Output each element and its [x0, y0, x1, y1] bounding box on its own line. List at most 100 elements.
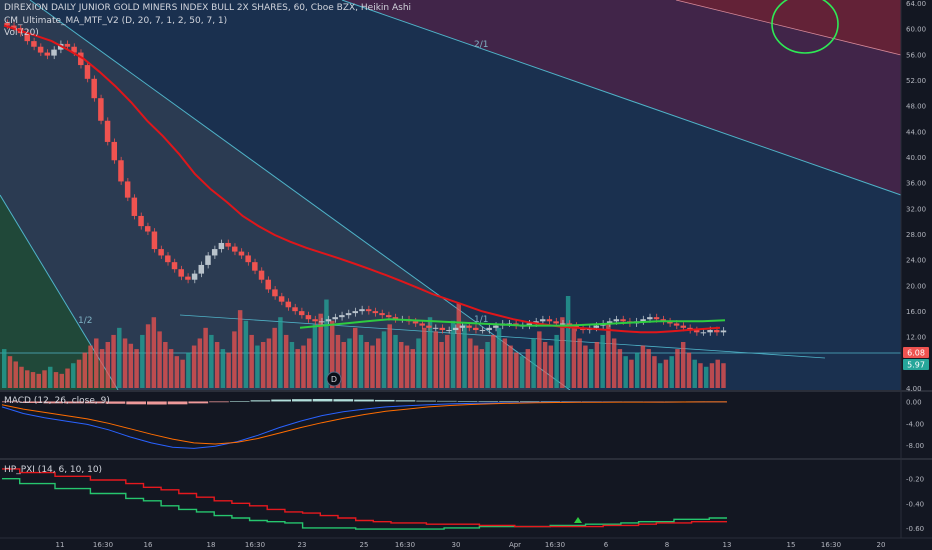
- candle-body: [700, 332, 707, 334]
- time-tick-label: 23: [298, 541, 307, 549]
- candle-body: [379, 313, 385, 316]
- volume-bar: [611, 338, 617, 388]
- volume-bar: [59, 373, 64, 388]
- volume-bar: [174, 356, 180, 388]
- volume-bar: [128, 343, 134, 388]
- hp-pxi-tick-label: -0.40: [906, 500, 924, 508]
- candle-body: [191, 273, 198, 280]
- volume-bar: [209, 334, 214, 388]
- time-tick-label: 8: [665, 541, 669, 549]
- volume-bar: [48, 366, 53, 388]
- candle-body: [473, 327, 479, 331]
- indicator-legend[interactable]: CM_Ultimate_MA_MTF_V2 (D, 20, 7, 1, 2, 5…: [4, 16, 227, 26]
- price-tick-label: 40.00: [906, 154, 926, 162]
- candle-body: [466, 325, 472, 328]
- candle-body: [165, 255, 171, 263]
- volume-bar: [617, 349, 623, 388]
- volume-bar: [663, 359, 669, 388]
- last-price-text: 6.08: [907, 349, 925, 358]
- price-tick-label: 60.00: [906, 26, 926, 34]
- volume-bar: [53, 372, 59, 388]
- price-tick-label: 32.00: [906, 205, 926, 213]
- time-tick-label: 20: [877, 541, 886, 549]
- volume-bar: [404, 345, 410, 388]
- candle-body: [345, 313, 352, 316]
- price-tick-label: 12.00: [906, 334, 926, 342]
- volume-bar: [111, 334, 116, 388]
- candle-body: [673, 323, 680, 326]
- macd-histogram-bar: [167, 401, 188, 405]
- candle-body: [158, 249, 164, 256]
- macd-histogram-bar: [209, 401, 229, 403]
- time-tick-label: 16:30: [545, 541, 565, 549]
- volume-bar: [721, 363, 726, 388]
- volume-bar: [715, 359, 720, 388]
- volume-legend[interactable]: Vol (20): [4, 28, 39, 38]
- macd-tick-label: 0.00: [906, 398, 922, 406]
- volume-bar: [255, 345, 260, 388]
- volume-bar: [496, 327, 502, 388]
- secondary-price-badge: 5.97: [903, 359, 929, 370]
- volume-bar: [588, 349, 594, 388]
- volume-bar: [686, 352, 692, 388]
- volume-bar: [623, 356, 628, 388]
- candle-body: [185, 276, 191, 280]
- candle-body: [84, 65, 91, 79]
- volume-bar: [151, 317, 157, 388]
- candle-body: [265, 279, 271, 290]
- event-marker[interactable]: D: [326, 371, 342, 387]
- macd-histogram-bar: [499, 401, 519, 402]
- candle-body: [365, 309, 372, 312]
- time-tick-label: 16:30: [821, 541, 841, 549]
- volume-bar: [709, 363, 715, 388]
- trading-chart[interactable]: 1/2 1/1 2/1 D 4.008.0012.0016.0020.0024.…: [0, 0, 932, 550]
- volume-bar: [2, 349, 7, 388]
- macd-tick-label: -8.00: [906, 442, 924, 450]
- volume-bar: [25, 370, 30, 388]
- volume-bar: [191, 345, 197, 388]
- volume-bar: [703, 366, 709, 388]
- price-tick-label: 44.00: [906, 128, 926, 136]
- candle-body: [707, 330, 713, 333]
- volume-bar: [105, 342, 111, 388]
- price-tick-label: 24.00: [906, 257, 926, 265]
- volume-bar: [439, 342, 444, 388]
- candle-body: [138, 215, 144, 227]
- fan-label-2-1: 2/1: [474, 40, 488, 50]
- candle-body: [124, 181, 131, 198]
- volume-bar: [583, 345, 588, 388]
- candle-body: [118, 160, 124, 182]
- candle-body: [31, 41, 37, 47]
- hp-pxi-legend[interactable]: HP_PXI (14, 6, 10, 10): [4, 465, 102, 475]
- volume-bar: [283, 334, 289, 388]
- macd-legend[interactable]: MACD (12, 26, close, 9): [4, 396, 110, 406]
- candle-body: [372, 311, 379, 314]
- candle-body: [553, 321, 559, 324]
- volume-bar: [312, 324, 318, 388]
- candle: [111, 138, 118, 164]
- volume-bar: [606, 324, 611, 388]
- event-marker-label: D: [331, 375, 337, 384]
- volume-bar: [134, 349, 139, 388]
- candle-body: [419, 323, 425, 326]
- candle-body: [198, 264, 205, 274]
- volume-bar: [301, 345, 306, 388]
- macd-histogram-bar: [147, 401, 167, 405]
- volume-bar: [76, 359, 82, 388]
- volume-bar: [514, 352, 519, 388]
- candle-body: [452, 327, 459, 331]
- macd-axis[interactable]: 0.00 -4.00 -8.00: [906, 398, 924, 450]
- volume-bar: [88, 345, 93, 388]
- candle-body: [560, 323, 566, 325]
- candle-body: [359, 309, 365, 312]
- candle-body: [144, 226, 151, 232]
- candle-body: [319, 321, 325, 323]
- macd-histogram-bar: [478, 401, 499, 402]
- last-price-badge: 6.08: [903, 347, 929, 358]
- volume-bar: [186, 352, 191, 388]
- volume-bar: [675, 349, 680, 388]
- volume-bar: [347, 338, 352, 388]
- candle-body: [98, 98, 104, 121]
- volume-bar: [445, 334, 450, 388]
- symbol-title[interactable]: DIREXION DAILY JUNIOR GOLD MINERS INDEX …: [4, 3, 411, 13]
